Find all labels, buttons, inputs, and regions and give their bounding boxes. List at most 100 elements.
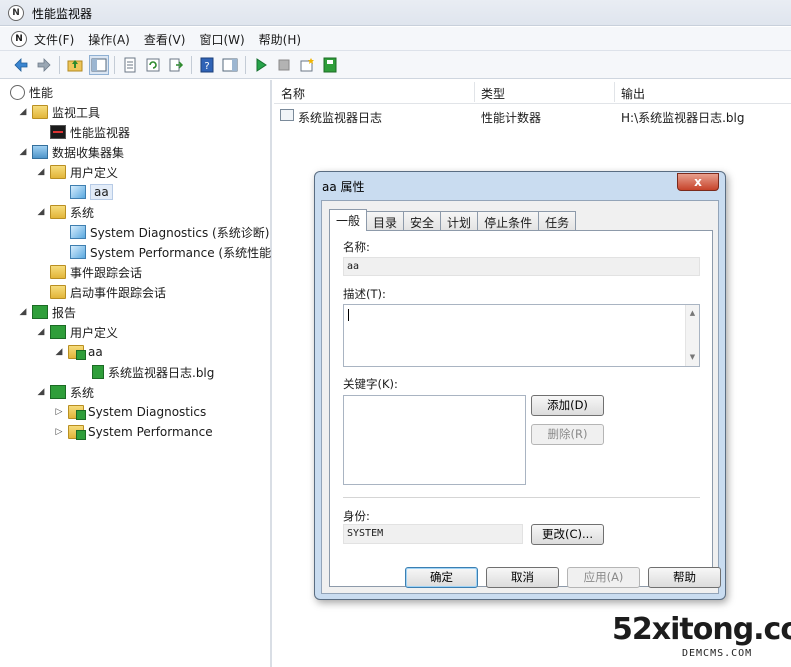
identity-label: 身份: (343, 509, 370, 523)
expand-triangle-icon[interactable]: ▷ (54, 407, 64, 417)
show-hide-action-pane-icon[interactable] (220, 55, 240, 75)
tree-node-user-defined[interactable]: ◢ 用户定义 (36, 162, 118, 182)
collapse-triangle-icon[interactable]: ◢ (36, 327, 46, 337)
export-list-icon[interactable] (166, 55, 186, 75)
properties-icon[interactable] (120, 55, 140, 75)
dialog-title: aa 属性 (322, 180, 365, 194)
svg-text:?: ? (204, 61, 209, 72)
perfmon-icon: N (8, 5, 24, 21)
help-button[interactable]: 帮助 (648, 567, 721, 588)
menu-window[interactable]: 窗口(W) (199, 31, 252, 48)
list-item[interactable]: 系统监视器日志 性能计数器 H:\系统监视器日志.blg (274, 106, 791, 126)
collapse-triangle-icon[interactable]: ◢ (18, 307, 28, 317)
tab-directory[interactable]: 目录 (366, 211, 405, 231)
tab-security[interactable]: 安全 (403, 211, 442, 231)
tree-label: System Diagnostics (系统诊断) (90, 225, 270, 240)
stop-icon[interactable] (274, 55, 294, 75)
report-file-icon (92, 365, 104, 379)
collapse-triangle-icon[interactable]: ◢ (18, 147, 28, 157)
save-report-icon[interactable] (320, 55, 340, 75)
tree-label: System Performance (系统性能 (90, 245, 272, 260)
keywords-list[interactable] (343, 395, 526, 485)
refresh-icon[interactable] (143, 55, 163, 75)
help-icon[interactable]: ? (197, 55, 217, 75)
report-folder-icon (68, 345, 86, 360)
performance-monitor-icon (50, 125, 66, 139)
tree-node-system-diagnostics[interactable]: System Diagnostics (系统诊断) (70, 222, 269, 242)
cancel-button[interactable]: 取消 (486, 567, 559, 588)
collapse-triangle-icon[interactable]: ◢ (36, 207, 46, 217)
collector-set-icon (70, 225, 86, 239)
add-keyword-button[interactable]: 添加(D) (531, 395, 604, 416)
menu-action[interactable]: 操作(A) (88, 31, 138, 48)
tab-schedule[interactable]: 计划 (440, 211, 479, 231)
apply-button[interactable]: 应用(A) (567, 567, 640, 588)
tree-node-monitor-tools[interactable]: ◢ 监视工具 (18, 102, 100, 122)
list-header: 名称 类型 输出 (274, 80, 791, 104)
tree-node-system-performance[interactable]: System Performance (系统性能 (70, 242, 271, 262)
tree-label: 系统 (70, 205, 95, 220)
tree-label: aa (90, 184, 113, 200)
tree-node-performance-monitor[interactable]: 性能监视器 (50, 122, 130, 142)
scroll-up-arrow-icon[interactable]: ▲ (686, 307, 699, 320)
menu-view[interactable]: 查看(V) (144, 31, 194, 48)
name-label: 名称: (343, 240, 370, 254)
scrollbar[interactable]: ▲ ▼ (685, 305, 699, 366)
menu-bar: N 文件(F) 操作(A) 查看(V) 窗口(W) 帮助(H) (0, 27, 791, 51)
tab-stop-condition[interactable]: 停止条件 (477, 211, 540, 231)
tree-node-reports-user-defined[interactable]: ◢ 用户定义 (36, 322, 118, 342)
menu-help[interactable]: 帮助(H) (259, 31, 309, 48)
forward-arrow-icon[interactable] (34, 55, 54, 75)
tree-node-data-collector-sets[interactable]: ◢ 数据收集器集 (18, 142, 124, 162)
up-folder-icon[interactable] (65, 55, 85, 75)
tree-node-reports-system-diagnostics[interactable]: ▷ System Diagnostics (54, 402, 206, 422)
collapse-triangle-icon[interactable]: ◢ (36, 167, 46, 177)
column-header-type[interactable]: 类型 (481, 85, 505, 102)
tab-general[interactable]: 一般 (329, 209, 368, 231)
menu-file[interactable]: 文件(F) (34, 31, 82, 48)
tree-label: 事件跟踪会话 (70, 265, 143, 280)
perfmon-icon (10, 84, 25, 100)
tree-node-blg-report[interactable]: 系统监视器日志.blg (92, 362, 214, 382)
tree-node-startup-event-trace-sessions[interactable]: 启动事件跟踪会话 (50, 282, 166, 302)
expand-triangle-icon[interactable]: ▷ (54, 427, 64, 437)
navigation-tree: 性能 ◢ 监视工具 性能监视器 ◢ 数据收集器集 ◢ 用户定义 aa ◢ 系统 … (0, 80, 272, 667)
identity-field: SYSTEM (343, 524, 523, 544)
show-hide-tree-icon[interactable] (89, 55, 109, 75)
change-identity-button[interactable]: 更改(C)... (531, 524, 604, 545)
delete-keyword-button[interactable]: 删除(R) (531, 424, 604, 445)
new-collector-set-icon[interactable] (297, 55, 317, 75)
system-folder-icon (50, 205, 66, 219)
tree-node-reports-aa[interactable]: ◢ aa (54, 342, 103, 362)
cell-name: 系统监视器日志 (298, 111, 383, 125)
report-folder-icon (68, 425, 86, 440)
collapse-triangle-icon[interactable]: ◢ (54, 347, 64, 357)
tree-node-reports-system-performance[interactable]: ▷ System Performance (54, 422, 213, 442)
title-bar: N 性能监视器 (0, 0, 791, 26)
tree-node-reports-system[interactable]: ◢ 系统 (36, 382, 94, 402)
tree-node-performance[interactable]: 性能 (10, 82, 53, 102)
start-icon[interactable] (251, 55, 271, 75)
reports-icon (32, 305, 48, 319)
system-menu-icon[interactable]: N (11, 31, 27, 47)
tab-strip: 一般 目录 安全 计划 停止条件 任务 (329, 209, 577, 231)
cell-type: 性能计数器 (481, 111, 542, 125)
ok-button[interactable]: 确定 (405, 567, 478, 588)
general-tab-panel: 名称: aa 描述(T): ▲ ▼ 关键字(K): 添加(D) 删除(R) 身份… (329, 230, 713, 587)
tree-node-aa[interactable]: aa (70, 182, 113, 202)
close-button[interactable]: x (677, 173, 719, 191)
tree-node-system[interactable]: ◢ 系统 (36, 202, 94, 222)
back-arrow-icon[interactable] (11, 55, 31, 75)
description-textarea[interactable]: ▲ ▼ (343, 304, 700, 367)
keywords-label: 关键字(K): (343, 377, 398, 391)
tree-label: 系统监视器日志.blg (108, 365, 215, 380)
tree-node-reports[interactable]: ◢ 报告 (18, 302, 76, 322)
collapse-triangle-icon[interactable]: ◢ (36, 387, 46, 397)
tree-node-event-trace-sessions[interactable]: 事件跟踪会话 (50, 262, 142, 282)
column-header-name[interactable]: 名称 (281, 85, 305, 102)
tree-label: System Diagnostics (88, 405, 207, 419)
column-header-output[interactable]: 输出 (621, 85, 645, 102)
collapse-triangle-icon[interactable]: ◢ (18, 107, 28, 117)
tab-task[interactable]: 任务 (538, 211, 577, 231)
scroll-down-arrow-icon[interactable]: ▼ (686, 351, 699, 364)
